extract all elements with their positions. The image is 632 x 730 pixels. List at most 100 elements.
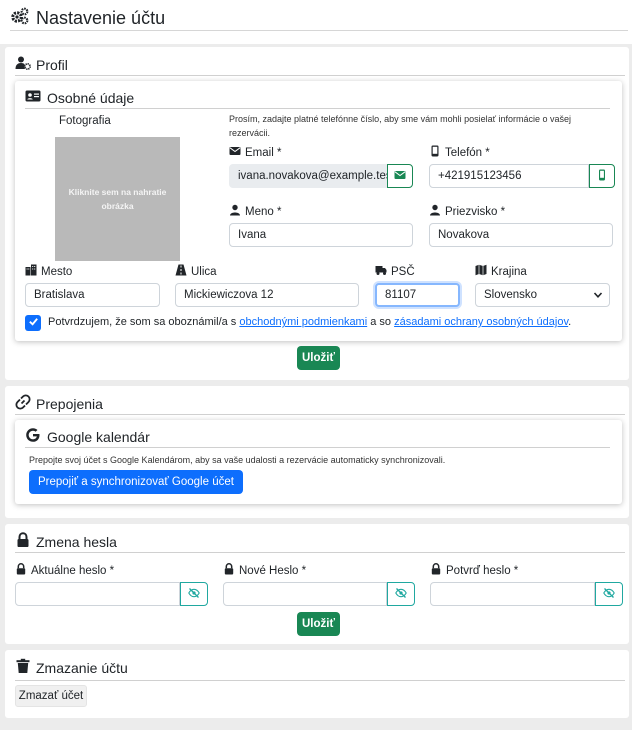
street-value: Mickiewiczova 12 [184, 289, 274, 301]
lock-icon [15, 532, 31, 551]
personal-info-card: Osobné údaje Fotografia Kliknite sem na … [15, 81, 622, 341]
profile-title: Profil [15, 55, 68, 74]
zip-value: 81107 [385, 289, 417, 301]
first-name-field[interactable]: Ivana [229, 223, 413, 247]
new-password-input[interactable] [223, 582, 387, 606]
email-field[interactable]: ivana.novakova@example.test [229, 164, 395, 188]
save-password-button[interactable]: Uložiť [297, 612, 340, 636]
photo-label: Fotografia [59, 115, 111, 127]
lock-icon [223, 563, 235, 578]
country-select[interactable]: Slovensko [475, 283, 610, 307]
photo-upload-area[interactable]: Kliknite sem na nahratie obrázka [55, 137, 180, 261]
zip-label-text: PSČ [391, 265, 415, 278]
divider [15, 414, 625, 415]
password-title-text: Zmena hesla [36, 533, 117, 550]
country-label-text: Krajina [491, 265, 527, 278]
connections-title: Prepojenia [15, 394, 103, 413]
connections-section: Prepojenia Google kalendár Prepojte svoj… [5, 386, 629, 518]
personal-info-title: Osobné údaje [25, 88, 134, 107]
first-name-label-text: Meno * [245, 205, 282, 218]
city-icon [25, 264, 37, 279]
confirm-password-input[interactable] [430, 582, 595, 606]
last-name-label: Priezvisko * [429, 204, 505, 219]
user-icon [429, 204, 441, 219]
profile-title-text: Profil [36, 56, 68, 73]
map-icon [475, 264, 487, 279]
phone-label: Telefón * [429, 145, 490, 160]
terms-link[interactable]: obchodnými podmienkami [239, 316, 367, 328]
street-label: Ulica [175, 264, 217, 279]
privacy-policy-link[interactable]: zásadami ochrany osobných údajov [394, 316, 568, 328]
connections-title-text: Prepojenia [36, 395, 103, 412]
zip-field[interactable]: 81107 [375, 283, 460, 307]
envelope-icon [394, 169, 406, 184]
trash-icon [15, 658, 31, 677]
mobile-icon [429, 145, 441, 160]
google-calendar-title: Google kalendár [25, 427, 150, 446]
check-icon [28, 316, 39, 330]
mobile-icon [596, 169, 608, 184]
google-calendar-card: Google kalendár Prepojte svoj účet s Goo… [15, 420, 622, 504]
city-value: Bratislava [34, 289, 85, 301]
divider [25, 108, 610, 109]
last-name-value: Novakova [438, 229, 490, 241]
road-icon [175, 264, 187, 279]
chevron-down-icon [593, 290, 603, 300]
last-name-label-text: Priezvisko * [445, 205, 506, 218]
street-field[interactable]: Mickiewiczova 12 [175, 283, 359, 307]
eye-slash-icon [188, 587, 200, 602]
consent-prefix: Potvrdzujem, že som sa oboznámil/a s [48, 316, 237, 328]
connect-google-button[interactable]: Prepojiť a synchronizovať Google účet [29, 470, 243, 494]
google-icon [25, 427, 41, 446]
toggle-current-password-visibility[interactable] [180, 582, 208, 606]
new-password-label-text: Nové Heslo * [239, 564, 307, 577]
gears-icon [10, 6, 30, 31]
divider [10, 30, 628, 31]
consent-middle: a so [370, 316, 392, 328]
page-title-text: Nastavenie účtu [36, 8, 166, 28]
delete-account-title: Zmazanie účtu [15, 658, 128, 677]
confirm-password-label-text: Potvrď heslo * [446, 564, 519, 577]
email-verify-button[interactable] [387, 164, 413, 188]
user-icon [229, 204, 241, 219]
password-title: Zmena hesla [15, 532, 117, 551]
divider [25, 447, 610, 448]
google-calendar-description: Prepojte svoj účet s Google Kalendárom, … [29, 455, 446, 465]
city-label-text: Mesto [41, 265, 73, 278]
phone-field[interactable]: +421915123456 [429, 164, 589, 188]
consent-checkbox[interactable] [25, 315, 41, 331]
eye-slash-icon [603, 587, 615, 602]
email-label: Email * [229, 145, 281, 160]
last-name-field[interactable]: Novakova [429, 223, 613, 247]
phone-verify-button[interactable] [589, 164, 615, 188]
save-profile-button[interactable]: Uložiť [297, 346, 340, 370]
page-header: Nastavenie účtu [0, 0, 632, 44]
street-label-text: Ulica [191, 265, 217, 278]
delete-account-title-text: Zmazanie účtu [36, 659, 128, 676]
divider [15, 552, 625, 553]
city-field[interactable]: Bratislava [25, 283, 160, 307]
photo-upload-hint: Kliknite sem na nahratie obrázka [68, 187, 167, 211]
eye-slash-icon [395, 587, 407, 602]
zip-label: PSČ [375, 264, 415, 279]
phone-label-text: Telefón * [445, 146, 490, 159]
delete-account-section: Zmazanie účtu Zmazať účet [5, 650, 629, 718]
delete-account-button[interactable]: Zmazať účet [15, 685, 87, 707]
phone-value: +421915123456 [438, 170, 522, 182]
current-password-label-text: Aktuálne heslo * [31, 564, 115, 577]
first-name-value: Ivana [238, 229, 267, 241]
email-value: ivana.novakova@example.test [238, 170, 395, 182]
toggle-new-password-visibility[interactable] [387, 582, 415, 606]
password-section: Zmena hesla Aktuálne heslo * Nové Heslo … [5, 524, 629, 644]
user-gear-icon [15, 55, 31, 74]
lock-icon [15, 563, 27, 578]
city-label: Mesto [25, 264, 72, 279]
toggle-confirm-password-visibility[interactable] [595, 582, 623, 606]
phone-note: Prosím, zadajte platné telefónne číslo, … [229, 114, 572, 138]
divider [15, 680, 625, 681]
profile-section: Profil Osobné údaje Fotografia Kliknite … [5, 47, 629, 380]
current-password-input[interactable] [15, 582, 180, 606]
link-icon [15, 394, 31, 413]
country-label: Krajina [475, 264, 527, 279]
email-label-text: Email * [245, 146, 282, 159]
